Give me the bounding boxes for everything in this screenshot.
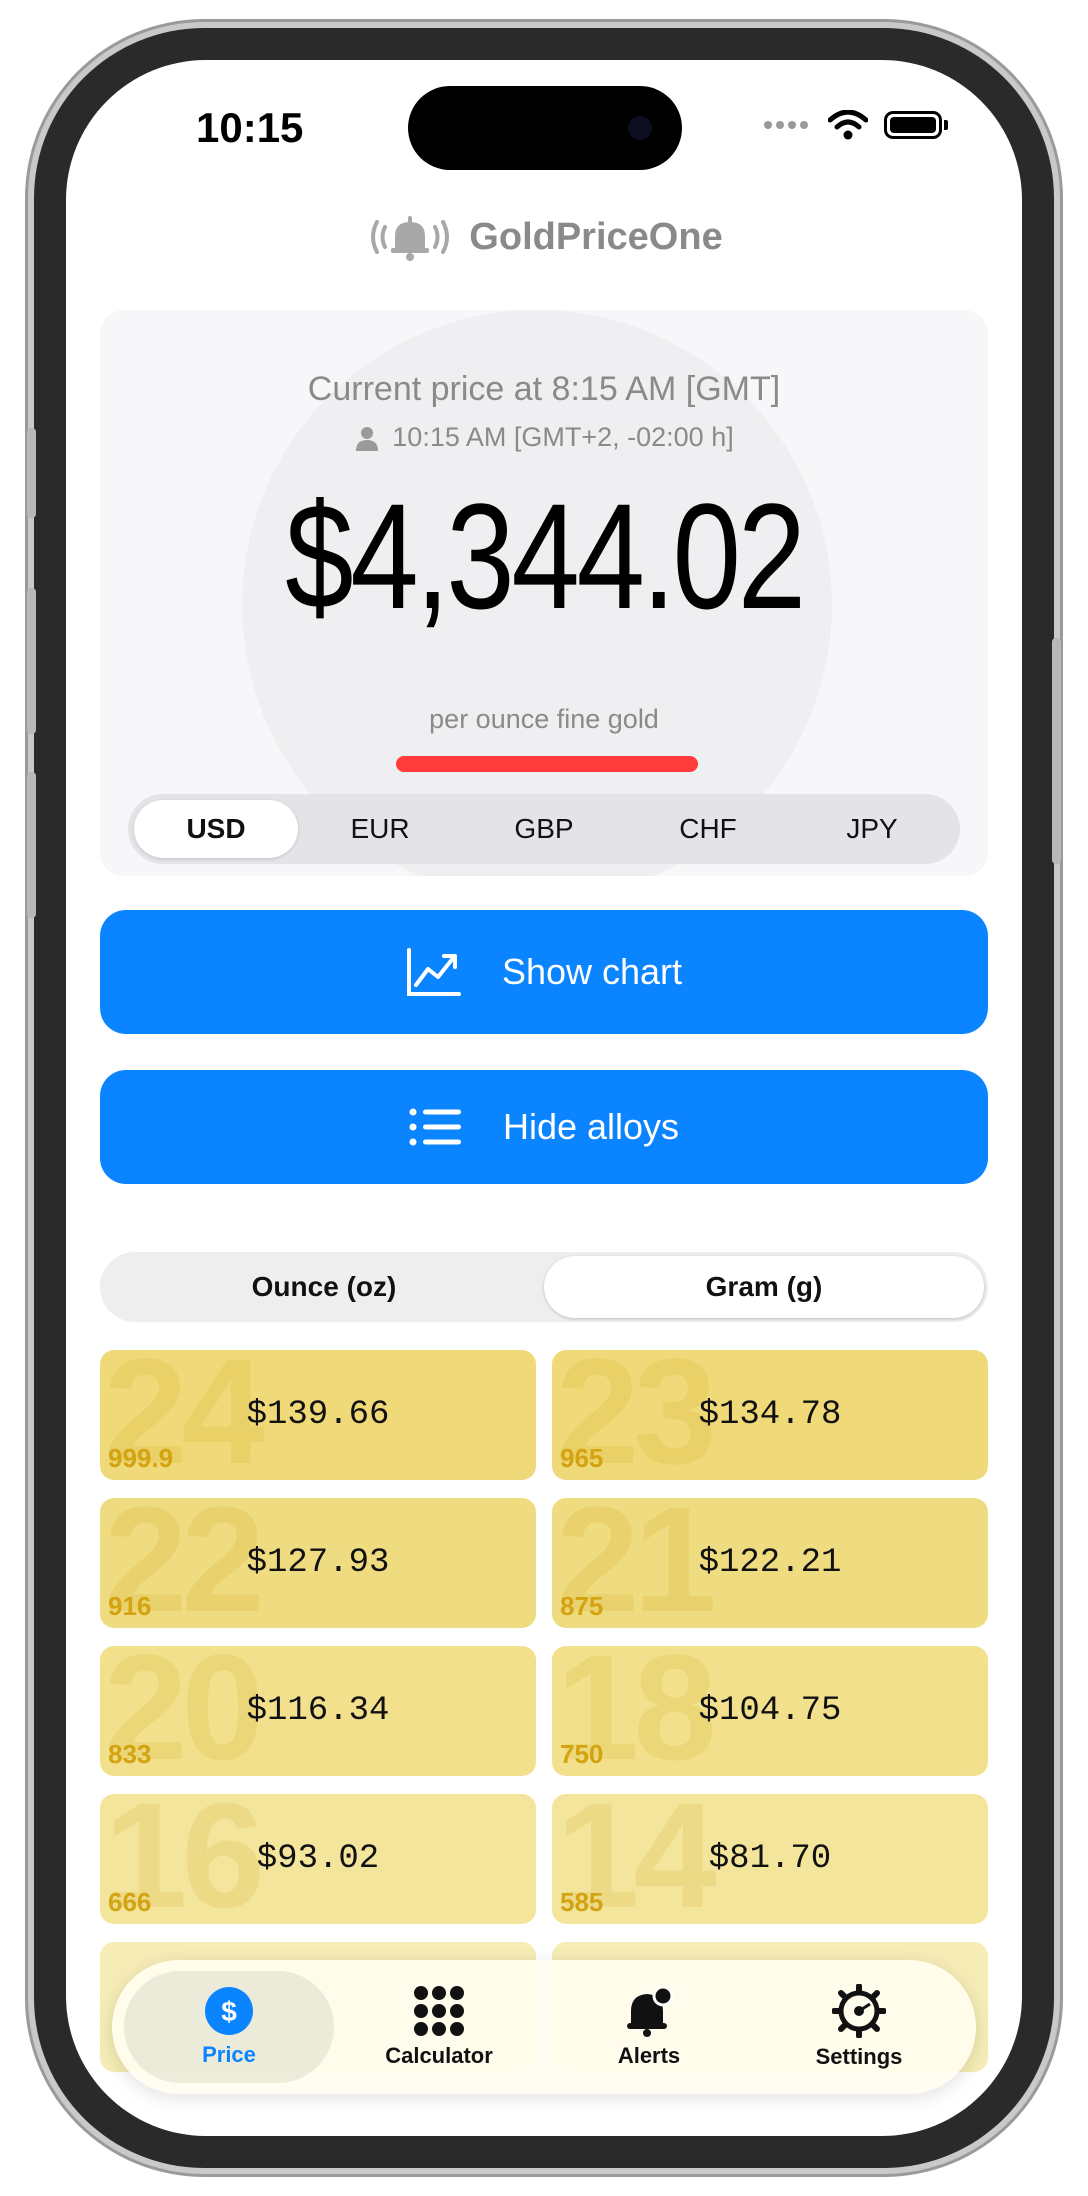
gold-price: $4,344.02	[285, 472, 806, 640]
alloy-card-24k: 24 999.9 $139.66	[100, 1350, 536, 1480]
unit-ounce[interactable]: Ounce (oz)	[104, 1256, 544, 1318]
hide-alloys-button[interactable]: Hide alloys	[100, 1070, 988, 1184]
app-header: GoldPriceOne	[66, 212, 1022, 262]
tab-alerts[interactable]: Alerts	[544, 1971, 754, 2083]
signal-icon	[764, 116, 812, 134]
tab-calculator[interactable]: Calculator	[334, 1971, 544, 2083]
currency-chf[interactable]: CHF	[626, 800, 790, 858]
currency-usd[interactable]: USD	[134, 800, 298, 858]
tab-label: Alerts	[617, 2043, 681, 2068]
price-card: Current price at 8:15 AM [GMT] 10:15 AM …	[100, 310, 988, 876]
tab-label: Settings	[815, 2044, 903, 2069]
currency-gbp[interactable]: GBP	[462, 800, 626, 858]
battery-nub	[944, 120, 948, 130]
alloy-card-21k: 21 875 $122.21	[552, 1498, 988, 1628]
tab-bar: $ Price Calculator Alerts Settings	[112, 1960, 976, 2094]
alloy-price: $127.93	[246, 1544, 390, 1582]
unit-gram[interactable]: Gram (g)	[544, 1256, 984, 1318]
currency-jpy[interactable]: JPY	[790, 800, 954, 858]
volume-down-button	[27, 772, 36, 918]
hide-alloys-label: Hide alloys	[502, 1106, 680, 1147]
status-time: 10:15	[196, 104, 304, 151]
alloy-price: $104.75	[698, 1692, 842, 1730]
alloy-price: $134.78	[698, 1396, 842, 1434]
volume-up-button	[27, 588, 36, 734]
dynamic-island	[408, 86, 682, 170]
alloy-card-20k: 20 833 $116.34	[100, 1646, 536, 1776]
tab-label: Price	[202, 2042, 256, 2067]
app-title: GoldPriceOne	[469, 215, 723, 258]
dollar-icon: $	[205, 1987, 253, 2035]
action-button	[27, 428, 36, 518]
alloy-price: $139.66	[246, 1396, 390, 1434]
tab-label: Calculator	[385, 2043, 493, 2068]
gear-icon	[832, 1984, 886, 2038]
show-chart-label: Show chart	[501, 951, 683, 992]
alloy-card-14k: 14 585 $81.70	[552, 1794, 988, 1924]
local-time: 10:15 AM [GMT+2, -02:00 h]	[392, 422, 734, 452]
person-icon	[356, 426, 379, 451]
show-chart-button[interactable]: Show chart	[100, 910, 988, 1034]
price-time-label: Current price at 8:15 AM [GMT]	[307, 370, 781, 408]
ringing-bell-icon	[371, 216, 450, 261]
status-icons	[764, 110, 948, 140]
battery-icon	[884, 111, 942, 139]
currency-eur[interactable]: EUR	[298, 800, 462, 858]
price-unit: per ounce fine gold	[429, 704, 659, 734]
tab-settings[interactable]: Settings	[754, 1971, 964, 2083]
trend-bar	[396, 756, 698, 772]
list-icon	[409, 1108, 461, 1146]
alloy-card-23k: 23 965 $134.78	[552, 1350, 988, 1480]
alloy-price: $93.02	[256, 1840, 380, 1878]
alloy-card-22k: 22 916 $127.93	[100, 1498, 536, 1628]
tab-price[interactable]: $ Price	[124, 1971, 334, 2083]
alloy-price: $81.70	[708, 1840, 832, 1878]
alloy-card-16k: 16 666 $93.02	[100, 1794, 536, 1924]
alloy-price: $116.34	[246, 1692, 390, 1730]
bell-icon	[627, 1985, 674, 2037]
currency-selector: USD EUR GBP CHF JPY	[128, 794, 960, 864]
screen: 10:15 GoldPriceOne Current price at 8:15…	[66, 60, 1022, 2136]
alloy-card-18k: 18 750 $104.75	[552, 1646, 988, 1776]
unit-selector: Ounce (oz) Gram (g)	[100, 1252, 988, 1322]
power-button	[1052, 638, 1061, 864]
local-time-row: 10:15 AM [GMT+2, -02:00 h]	[100, 422, 988, 453]
chart-icon	[406, 948, 461, 996]
svg-text:$: $	[221, 1996, 237, 2027]
camera-icon	[628, 116, 652, 140]
alloy-price: $122.21	[698, 1544, 842, 1582]
keypad-icon	[414, 1986, 464, 2036]
wifi-icon	[828, 110, 868, 140]
